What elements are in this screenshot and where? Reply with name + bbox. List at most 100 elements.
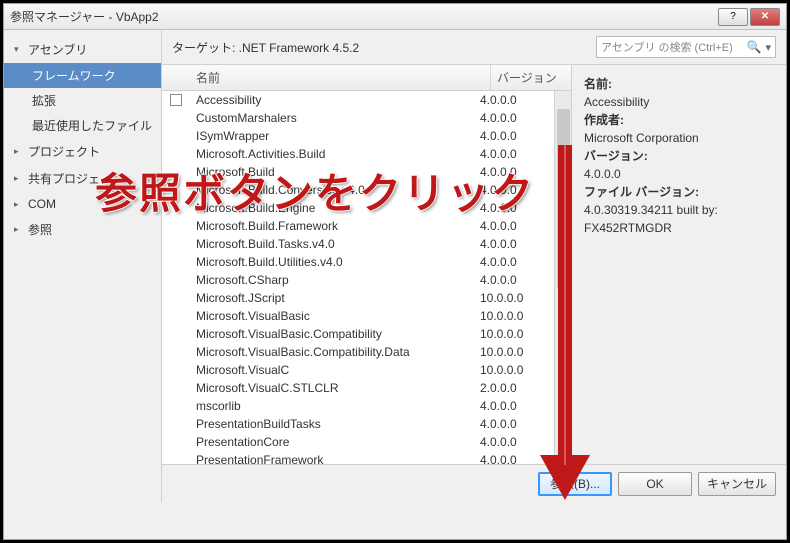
column-name[interactable]: 名前	[190, 65, 491, 90]
column-version[interactable]: バージョン	[491, 65, 571, 90]
list-body[interactable]: Accessibility4.0.0.0CustomMarshalers4.0.…	[162, 91, 554, 464]
chevron-right-icon: ▸	[14, 146, 24, 157]
ok-button[interactable]: OK	[618, 472, 692, 496]
chevron-right-icon: ▸	[14, 199, 24, 210]
search-icon: 🔍	[747, 40, 762, 54]
cell-version: 4.0.0.0	[474, 417, 554, 431]
table-row[interactable]: Microsoft.JScript10.0.0.0	[162, 289, 554, 307]
cell-name: Microsoft.Build.Engine	[190, 201, 474, 215]
detail-filever-value2: FX452RTMGDR	[584, 219, 774, 237]
cell-name: Microsoft.CSharp	[190, 273, 474, 287]
table-row[interactable]: Microsoft.Build4.0.0.0	[162, 163, 554, 181]
sidebar-group-shared[interactable]: ▸共有プロジェ	[4, 165, 161, 192]
list-header: 名前 バージョン	[162, 65, 571, 91]
footer: 参照(B)... OK キャンセル	[162, 464, 786, 502]
cell-name: CustomMarshalers	[190, 111, 474, 125]
titlebar: 参照マネージャー - VbApp2 ? ✕	[4, 4, 786, 30]
cell-version: 10.0.0.0	[474, 345, 554, 359]
table-row[interactable]: Accessibility4.0.0.0	[162, 91, 554, 109]
table-row[interactable]: Microsoft.VisualBasic10.0.0.0	[162, 307, 554, 325]
table-row[interactable]: Microsoft.VisualC.STLCLR2.0.0.0	[162, 379, 554, 397]
sidebar-item-framework[interactable]: フレームワーク	[4, 63, 161, 88]
cell-name: Microsoft.JScript	[190, 291, 474, 305]
cell-name: PresentationFramework	[190, 453, 474, 464]
chevron-right-icon: ▸	[14, 224, 24, 235]
dialog-window: 参照マネージャー - VbApp2 ? ✕ ▾ アセンブリ フレームワーク 拡張…	[3, 3, 787, 540]
cell-version: 4.0.0.0	[474, 237, 554, 251]
table-row[interactable]: CustomMarshalers4.0.0.0	[162, 109, 554, 127]
sidebar-group-browse[interactable]: ▸参照	[4, 216, 161, 243]
cell-version: 4.0.0.0	[474, 93, 554, 107]
cell-name: Microsoft.VisualBasic.Compatibility	[190, 327, 474, 341]
cell-name: Microsoft.VisualC	[190, 363, 474, 377]
cell-name: Microsoft.Build.Framework	[190, 219, 474, 233]
cell-name: PresentationBuildTasks	[190, 417, 474, 431]
cell-name: Microsoft.Build	[190, 165, 474, 179]
cell-version: 4.0.0.0	[474, 165, 554, 179]
table-row[interactable]: Microsoft.CSharp4.0.0.0	[162, 271, 554, 289]
detail-panel: 名前: Accessibility 作成者: Microsoft Corpora…	[572, 65, 786, 464]
cell-name: Microsoft.Activities.Build	[190, 147, 474, 161]
target-label: ターゲット: .NET Framework 4.5.2	[172, 39, 588, 56]
cell-version: 4.0.0.0	[474, 129, 554, 143]
detail-filever-label: ファイル バージョン:	[584, 183, 774, 201]
scrollbar[interactable]	[554, 91, 571, 464]
cell-version: 4.0.0.0	[474, 453, 554, 464]
cell-name: Accessibility	[190, 93, 474, 107]
detail-author-value: Microsoft Corporation	[584, 129, 774, 147]
search-input[interactable]: アセンブリ の検索 (Ctrl+E) 🔍 ▾	[596, 36, 776, 58]
cancel-button[interactable]: キャンセル	[698, 472, 776, 496]
detail-version-value: 4.0.0.0	[584, 165, 774, 183]
cell-version: 4.0.0.0	[474, 183, 554, 197]
sidebar-group-project[interactable]: ▸プロジェクト	[4, 138, 161, 165]
table-row[interactable]: Microsoft.VisualBasic.Compatibility.Data…	[162, 343, 554, 361]
window-buttons: ? ✕	[718, 8, 780, 26]
table-row[interactable]: Microsoft.Build.Tasks.v4.04.0.0.0	[162, 235, 554, 253]
chevron-right-icon: ▸	[14, 173, 24, 184]
table-row[interactable]: Microsoft.Activities.Build4.0.0.0	[162, 145, 554, 163]
sidebar-group-com[interactable]: ▸COM	[4, 192, 161, 216]
cell-version: 10.0.0.0	[474, 309, 554, 323]
table-row[interactable]: Microsoft.VisualBasic.Compatibility10.0.…	[162, 325, 554, 343]
table-row[interactable]: Microsoft.VisualC10.0.0.0	[162, 361, 554, 379]
cell-name: Microsoft.VisualC.STLCLR	[190, 381, 474, 395]
detail-name-label: 名前:	[584, 75, 774, 93]
window-title: 参照マネージャー - VbApp2	[10, 8, 718, 25]
sidebar: ▾ アセンブリ フレームワーク 拡張 最近使用したファイル ▸プロジェクト ▸共…	[4, 30, 162, 502]
sidebar-label: アセンブリ	[28, 41, 87, 58]
close-button[interactable]: ✕	[750, 8, 780, 26]
cell-version: 4.0.0.0	[474, 399, 554, 413]
table-row[interactable]: mscorlib4.0.0.0	[162, 397, 554, 415]
help-button[interactable]: ?	[718, 8, 748, 26]
detail-author-label: 作成者:	[584, 111, 774, 129]
cell-version: 4.0.0.0	[474, 219, 554, 233]
assembly-list: 名前 バージョン Accessibility4.0.0.0CustomMarsh…	[162, 65, 572, 464]
sidebar-group-assembly[interactable]: ▾ アセンブリ	[4, 36, 161, 63]
cell-version: 4.0.0.0	[474, 147, 554, 161]
sidebar-item-recent[interactable]: 最近使用したファイル	[4, 113, 161, 138]
scrollbar-thumb[interactable]	[557, 109, 570, 289]
sidebar-item-extensions[interactable]: 拡張	[4, 88, 161, 113]
cell-name: PresentationCore	[190, 435, 474, 449]
cell-version: 4.0.0.0	[474, 255, 554, 269]
table-row[interactable]: PresentationFramework4.0.0.0	[162, 451, 554, 464]
cell-version: 10.0.0.0	[474, 327, 554, 341]
cell-name: mscorlib	[190, 399, 474, 413]
checkbox[interactable]	[170, 94, 182, 106]
cell-name: Microsoft.Build.Utilities.v4.0	[190, 255, 474, 269]
table-row[interactable]: PresentationCore4.0.0.0	[162, 433, 554, 451]
cell-name: Microsoft.VisualBasic	[190, 309, 474, 323]
detail-version-label: バージョン:	[584, 147, 774, 165]
table-row[interactable]: ISymWrapper4.0.0.0	[162, 127, 554, 145]
search-placeholder: アセンブリ の検索 (Ctrl+E)	[601, 39, 733, 55]
browse-button[interactable]: 参照(B)...	[538, 472, 612, 496]
cell-version: 4.0.0.0	[474, 111, 554, 125]
table-row[interactable]: PresentationBuildTasks4.0.0.0	[162, 415, 554, 433]
table-row[interactable]: Microsoft.Build.Utilities.v4.04.0.0.0	[162, 253, 554, 271]
cell-name: Microsoft.Build.Tasks.v4.0	[190, 237, 474, 251]
topbar: ターゲット: .NET Framework 4.5.2 アセンブリ の検索 (C…	[162, 30, 786, 64]
table-row[interactable]: Microsoft.Build.Conversion.v4.04.0.0.0	[162, 181, 554, 199]
table-row[interactable]: Microsoft.Build.Engine4.0.0.0	[162, 199, 554, 217]
table-row[interactable]: Microsoft.Build.Framework4.0.0.0	[162, 217, 554, 235]
dropdown-icon: ▾	[765, 41, 771, 54]
